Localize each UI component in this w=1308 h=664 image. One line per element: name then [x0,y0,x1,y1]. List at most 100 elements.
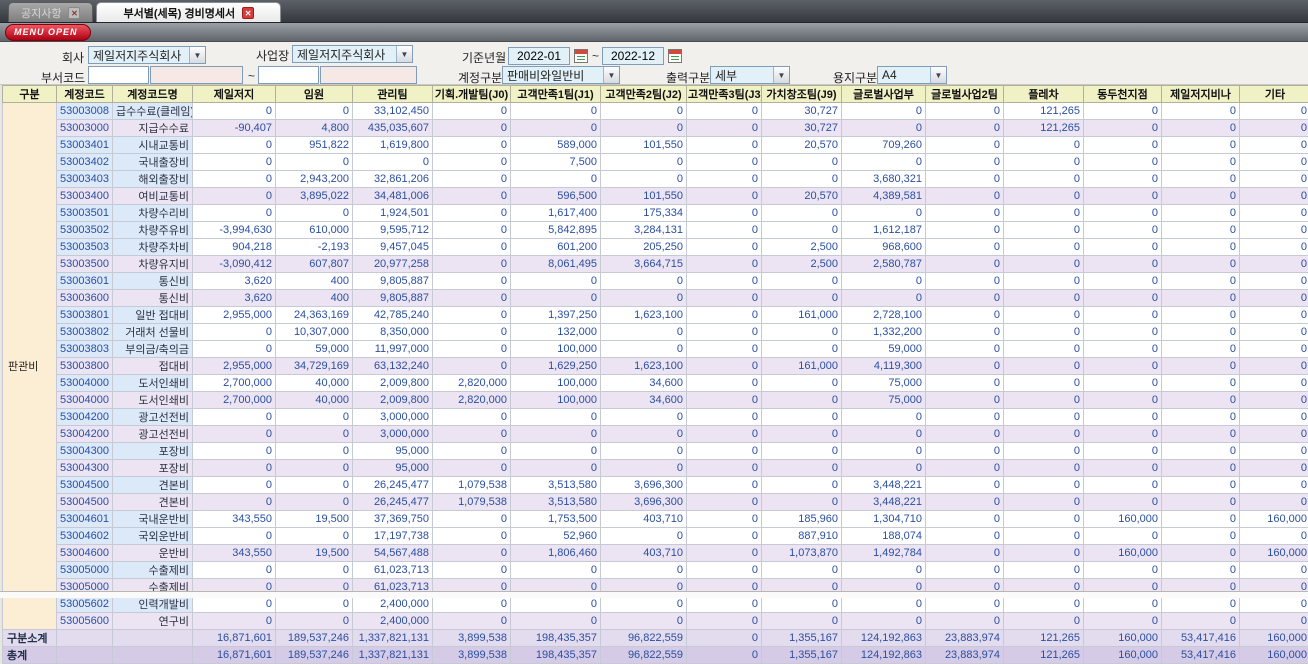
cell-value: 0 [687,477,762,494]
tab-notice[interactable]: 공지사항 ✕ [8,2,93,22]
tab-close-icon[interactable]: ✕ [242,7,254,19]
table-row[interactable]: 53003801일반 접대비2,955,00024,363,16942,785,… [3,307,1308,324]
table-row[interactable]: 53004200광고선전비003,000,00000000000000 [3,409,1308,426]
cell-account-code: 53003403 [57,171,113,188]
company-select[interactable]: 제일저지주식회사 ▼ [88,46,206,64]
table-row[interactable]: 53004600운반비343,55019,50054,567,48801,806… [3,545,1308,562]
cell-value: 0 [1240,188,1308,205]
period-to-input[interactable] [602,47,664,65]
table-row[interactable]: 53004500견본비0026,245,4771,079,5383,513,58… [3,477,1308,494]
tab-close-icon[interactable]: ✕ [68,7,80,19]
cell-value: 3,448,221 [842,477,926,494]
cell-value: 0 [1004,256,1084,273]
total-row[interactable]: 총계16,871,601189,537,2461,337,821,1313,89… [3,647,1308,664]
cell-value: 0 [1240,239,1308,256]
table-row[interactable]: 53003503차량주차비904,218-2,1939,457,0450601,… [3,239,1308,256]
calendar-icon[interactable] [668,49,682,63]
cell-value: 0 [842,205,926,222]
table-row[interactable]: 53004601국내운반비343,55019,50037,369,75001,7… [3,511,1308,528]
site-select[interactable]: 제일저지주식회사 ▼ [292,45,413,63]
cell-account-name: 도서인쇄비 [113,375,193,392]
period-from-input[interactable] [508,47,570,65]
cell-account-code: 53005000 [57,562,113,579]
period-label: 기준년월 [462,49,506,66]
paper-type-select[interactable]: A4 ▼ [877,66,947,84]
cell-value: 0 [433,120,511,137]
cell-value: 0 [762,477,842,494]
table-row[interactable]: 53004000도서인쇄비2,700,00040,0002,009,8002,8… [3,392,1308,409]
cell-value: 20,570 [762,137,842,154]
cell-value: -2,193 [276,239,353,256]
cell-value: 0 [926,358,1004,375]
table-row[interactable]: 53003000지급수수료-90,4074,800435,035,6070000… [3,120,1308,137]
cell-account-name: 시내교통비 [113,137,193,154]
tab-bar: 공지사항 ✕ 부서별(세목) 경비명세서 ✕ [0,0,1308,23]
dept-to-name-input[interactable] [320,66,417,84]
cell-value: 189,537,246 [276,630,353,647]
cell-value: 0 [687,290,762,307]
dept-from-name-input[interactable] [150,66,243,84]
calendar-icon[interactable] [574,49,588,63]
cell-value: 0 [926,562,1004,579]
table-row[interactable]: 53004602국외운반비0017,197,738052,96000887,91… [3,528,1308,545]
table-row[interactable]: 53005602인력개발비002,400,00000000000000 [3,596,1308,613]
cell-value: 0 [511,103,601,120]
dept-from-code-input[interactable] [88,66,149,84]
cell-value: 11,997,000 [353,341,433,358]
table-row[interactable]: 53003400여비교통비03,895,02234,481,0060596,50… [3,188,1308,205]
horizontal-scrollbar[interactable] [0,591,1308,598]
cell-value: 0 [762,341,842,358]
table-row[interactable]: 53004500견본비0026,245,4771,079,5383,513,58… [3,494,1308,511]
tab-expense-report[interactable]: 부서별(세목) 경비명세서 ✕ [96,2,281,22]
table-row[interactable]: 53004300포장비0095,00000000000000 [3,460,1308,477]
cell-value: 0 [687,647,762,664]
cell-value: 0 [601,426,687,443]
cell-account-name: 접대비 [113,358,193,375]
dept-to-code-input[interactable] [258,66,319,84]
menu-open-button[interactable]: MENU OPEN [5,24,91,41]
table-row[interactable]: 53004200광고선전비003,000,00000000000000 [3,426,1308,443]
cell-value: 0 [1162,494,1240,511]
cell-account-name: 견본비 [113,477,193,494]
cell-value: 0 [842,103,926,120]
table-row[interactable]: 53003803부의금/축의금059,00011,997,0000100,000… [3,341,1308,358]
account-type-select[interactable]: 판매비와일반비 ▼ [502,66,620,84]
table-row[interactable]: 53003403해외출장비02,943,20032,861,206000003,… [3,171,1308,188]
cell-value: 0 [1240,392,1308,409]
cell-value: 0 [276,409,353,426]
table-row[interactable]: 53003601통신비3,6204009,805,88700000000000 [3,273,1308,290]
cell-value: 0 [762,273,842,290]
cell-value: 0 [433,528,511,545]
table-row[interactable]: 판관비53003008급수수료(클레임)0033,102,450000030,7… [3,103,1308,120]
cell-value: 0 [687,358,762,375]
cell-value: 0 [762,613,842,630]
cell-value: 3,284,131 [601,222,687,239]
table-row[interactable]: 53003502차량주유비-3,994,630610,0009,595,7120… [3,222,1308,239]
table-row[interactable]: 53004000도서인쇄비2,700,00040,0002,009,8002,8… [3,375,1308,392]
cell-value: 8,350,000 [353,324,433,341]
subtotal-row[interactable]: 구분소계16,871,601189,537,2461,337,821,1313,… [3,630,1308,647]
cell-value: 0 [1240,528,1308,545]
cell-value: 160,000 [1084,511,1162,528]
table-row[interactable]: 53003600통신비3,6204009,805,88700000000000 [3,290,1308,307]
column-header: 고객만족2팀(J2) [601,86,687,103]
cell-value: 0 [926,324,1004,341]
table-row[interactable]: 53003401시내교통비0951,8221,619,8000589,00010… [3,137,1308,154]
column-header: 구분 [3,86,57,103]
cell-value: 121,265 [1004,103,1084,120]
output-type-select[interactable]: 세부 ▼ [710,66,790,84]
table-row[interactable]: 53004300포장비0095,00000000000000 [3,443,1308,460]
cell-account-code: 53003803 [57,341,113,358]
cell-value: 0 [1084,528,1162,545]
table-row[interactable]: 53003500차량유지비-3,090,412607,80720,977,258… [3,256,1308,273]
cell-value: 0 [1004,494,1084,511]
table-row[interactable]: 53003800접대비2,955,00034,729,16963,132,240… [3,358,1308,375]
table-row[interactable]: 53003802거래처 선물비010,307,0008,350,0000132,… [3,324,1308,341]
cell-value: 2,500 [762,239,842,256]
cell-value: 0 [1004,239,1084,256]
table-row[interactable]: 53003501차량수리비001,924,50101,617,400175,33… [3,205,1308,222]
cell-value: 9,805,887 [353,273,433,290]
table-row[interactable]: 53005600연구비002,400,00000000000000 [3,613,1308,630]
table-row[interactable]: 53005000수출제비0061,023,71300000000000 [3,562,1308,579]
table-row[interactable]: 53003402국내출장비00007,500000000000 [3,154,1308,171]
